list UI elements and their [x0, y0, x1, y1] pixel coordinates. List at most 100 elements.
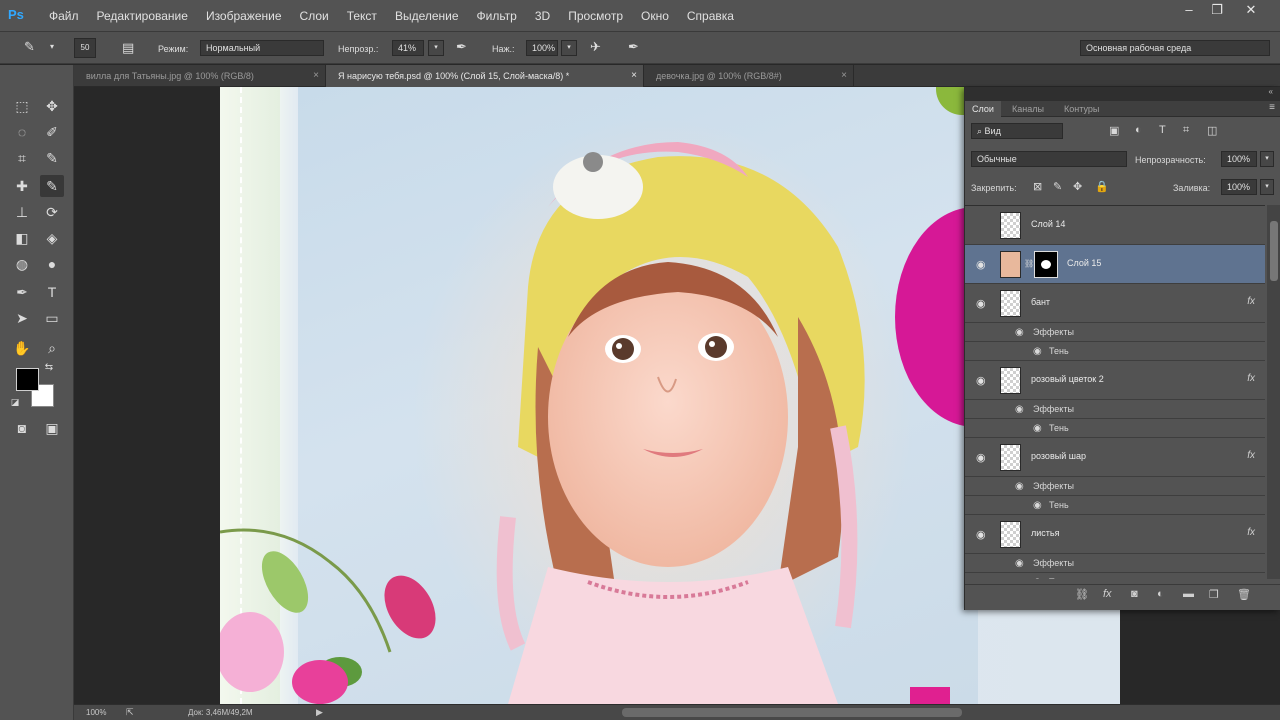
menu-filter[interactable]: Фильтр: [468, 0, 526, 32]
new-group-icon[interactable]: ▬: [1183, 588, 1194, 600]
shadow-row[interactable]: ◉ Тень: [965, 419, 1265, 438]
rectangle-tool-icon[interactable]: ▭: [40, 307, 64, 329]
menu-layers[interactable]: Слои: [291, 0, 338, 32]
layers-scrollbar[interactable]: [1267, 205, 1280, 579]
visibility-icon[interactable]: ◉: [976, 258, 986, 271]
tab-paths[interactable]: Контуры: [1057, 101, 1106, 117]
layer-opacity-field[interactable]: 100%: [1221, 151, 1257, 167]
image-filter-icon[interactable]: ▣: [1109, 124, 1119, 137]
effects-row[interactable]: ◉ Эффекты: [965, 477, 1265, 496]
blend-mode-select[interactable]: Обычные: [971, 151, 1127, 167]
flow-dropdown-icon[interactable]: ▾: [561, 40, 577, 56]
menu-view[interactable]: Просмотр: [559, 0, 632, 32]
fx-icon[interactable]: fx: [1247, 296, 1255, 307]
zoom-tool-icon[interactable]: ⌕: [40, 337, 64, 359]
tab-channels[interactable]: Каналы: [1005, 101, 1051, 117]
tab-layers[interactable]: Слои: [965, 101, 1001, 117]
add-mask-icon[interactable]: ◙: [1131, 588, 1138, 600]
opacity-field[interactable]: 41%: [392, 40, 424, 56]
effects-row[interactable]: ◉ Эффекты: [965, 323, 1265, 342]
dodge-tool-icon[interactable]: ●: [40, 253, 64, 275]
brush-size-picker[interactable]: 50: [74, 38, 96, 58]
quick-select-tool-icon[interactable]: ✐: [40, 121, 64, 143]
lock-transparency-icon[interactable]: ⊠: [1033, 180, 1042, 193]
tab-villa[interactable]: вилла для Татьяны.jpg @ 100% (RGB/8) ×: [74, 65, 326, 87]
visibility-icon[interactable]: ◉: [1015, 327, 1024, 338]
zoom-level[interactable]: 100%: [86, 708, 106, 717]
mask-link-icon[interactable]: ⛓: [1024, 259, 1034, 268]
layer-mask-thumbnail[interactable]: [1034, 251, 1058, 278]
close-button[interactable]: ✕: [1238, 1, 1264, 19]
airbrush-icon[interactable]: ✈: [590, 39, 601, 55]
lock-all-icon[interactable]: 🔒: [1095, 180, 1109, 193]
layer-row[interactable]: ◉ розовый шар fx: [965, 438, 1265, 477]
collapse-icon[interactable]: «: [1269, 87, 1273, 96]
mode-select[interactable]: Нормальный: [200, 40, 324, 56]
brush-tool-icon[interactable]: ✎: [40, 175, 64, 197]
layer-row[interactable]: ◉ Слой 14: [965, 206, 1265, 245]
menu-file[interactable]: Файл: [40, 0, 88, 32]
menu-help[interactable]: Справка: [678, 0, 743, 32]
menu-edit[interactable]: Редактирование: [88, 0, 197, 32]
panel-menu-icon[interactable]: ≡: [1269, 102, 1275, 113]
shadow-row[interactable]: ◉ Тень: [965, 342, 1265, 361]
opacity-dropdown-icon[interactable]: ▾: [428, 40, 444, 56]
blur-tool-icon[interactable]: ◍: [10, 253, 34, 275]
crop-tool-icon[interactable]: ⌗: [10, 147, 34, 169]
visibility-icon[interactable]: ◉: [1015, 404, 1024, 415]
layer-row-selected[interactable]: ◉ ⛓ Слой 15: [965, 245, 1265, 284]
hand-tool-icon[interactable]: ✋: [10, 337, 34, 359]
new-layer-icon[interactable]: ❐: [1209, 588, 1219, 601]
visibility-icon[interactable]: ◉: [976, 219, 986, 232]
tab-active-document[interactable]: Я нарисую тебя.psd @ 100% (Слой 15, Слой…: [326, 65, 644, 87]
fill-dropdown-icon[interactable]: ▾: [1260, 179, 1274, 195]
fill-field[interactable]: 100%: [1221, 179, 1257, 195]
eyedropper-tool-icon[interactable]: ✎: [40, 147, 64, 169]
paint-bucket-icon[interactable]: ◈: [40, 227, 64, 249]
layer-filter-select[interactable]: ⌕ Вид: [971, 123, 1063, 139]
layer-row[interactable]: ◉ листья fx: [965, 515, 1265, 554]
fx-icon[interactable]: fx: [1247, 527, 1255, 538]
healing-brush-icon[interactable]: ✚: [10, 175, 34, 197]
close-icon[interactable]: ×: [841, 65, 847, 87]
link-layers-icon[interactable]: ⛓: [1075, 588, 1089, 601]
marquee-tool-icon[interactable]: ⬚: [10, 95, 34, 117]
effects-row[interactable]: ◉ Эффекты: [965, 400, 1265, 419]
visibility-icon[interactable]: ◉: [1015, 481, 1024, 492]
stamp-tool-icon[interactable]: ⊥: [10, 201, 34, 223]
workspace-select[interactable]: Основная рабочая среда: [1080, 40, 1270, 56]
visibility-icon[interactable]: ◉: [1015, 558, 1024, 569]
visibility-icon[interactable]: ◉: [1033, 500, 1042, 511]
visibility-icon[interactable]: ◉: [976, 297, 986, 310]
fx-icon[interactable]: fx: [1247, 450, 1255, 461]
fx-menu-icon[interactable]: fx: [1103, 588, 1112, 600]
foreground-color-swatch[interactable]: [16, 368, 39, 391]
visibility-icon[interactable]: ◉: [976, 528, 986, 541]
history-brush-icon[interactable]: ⟳: [40, 201, 64, 223]
horizontal-scrollbar[interactable]: [622, 708, 962, 717]
tablet-size-icon[interactable]: ✒: [628, 39, 639, 55]
shape-filter-icon[interactable]: ⌗: [1183, 124, 1189, 137]
menu-image[interactable]: Изображение: [197, 0, 291, 32]
effects-row[interactable]: ◉ Эффекты: [965, 554, 1265, 573]
menu-select[interactable]: Выделение: [386, 0, 468, 32]
close-icon[interactable]: ×: [313, 65, 319, 87]
chevron-down-icon[interactable]: ▾: [50, 42, 54, 51]
lasso-tool-icon[interactable]: ◌: [10, 121, 34, 143]
lock-position-icon[interactable]: ✥: [1073, 180, 1082, 193]
visibility-icon[interactable]: ◉: [1033, 577, 1042, 579]
opacity-dropdown-icon[interactable]: ▾: [1260, 151, 1274, 167]
swap-colors-icon[interactable]: ⇆: [42, 361, 56, 375]
tab-girl[interactable]: девочка.jpg @ 100% (RGB/8#) ×: [644, 65, 854, 87]
scrollbar-thumb[interactable]: [1270, 221, 1278, 281]
play-icon[interactable]: ▶: [316, 707, 323, 718]
layer-row[interactable]: ◉ бант fx: [965, 284, 1265, 323]
lock-pixels-icon[interactable]: ✎: [1053, 180, 1062, 193]
trash-icon[interactable]: 🗑: [1237, 588, 1251, 601]
shadow-row[interactable]: ◉ Тень: [965, 496, 1265, 515]
tablet-opacity-icon[interactable]: ✒: [456, 39, 467, 55]
pen-tool-icon[interactable]: ✒: [10, 281, 34, 303]
type-tool-icon[interactable]: T: [40, 281, 64, 303]
menu-window[interactable]: Окно: [632, 0, 678, 32]
close-icon[interactable]: ×: [631, 65, 637, 87]
